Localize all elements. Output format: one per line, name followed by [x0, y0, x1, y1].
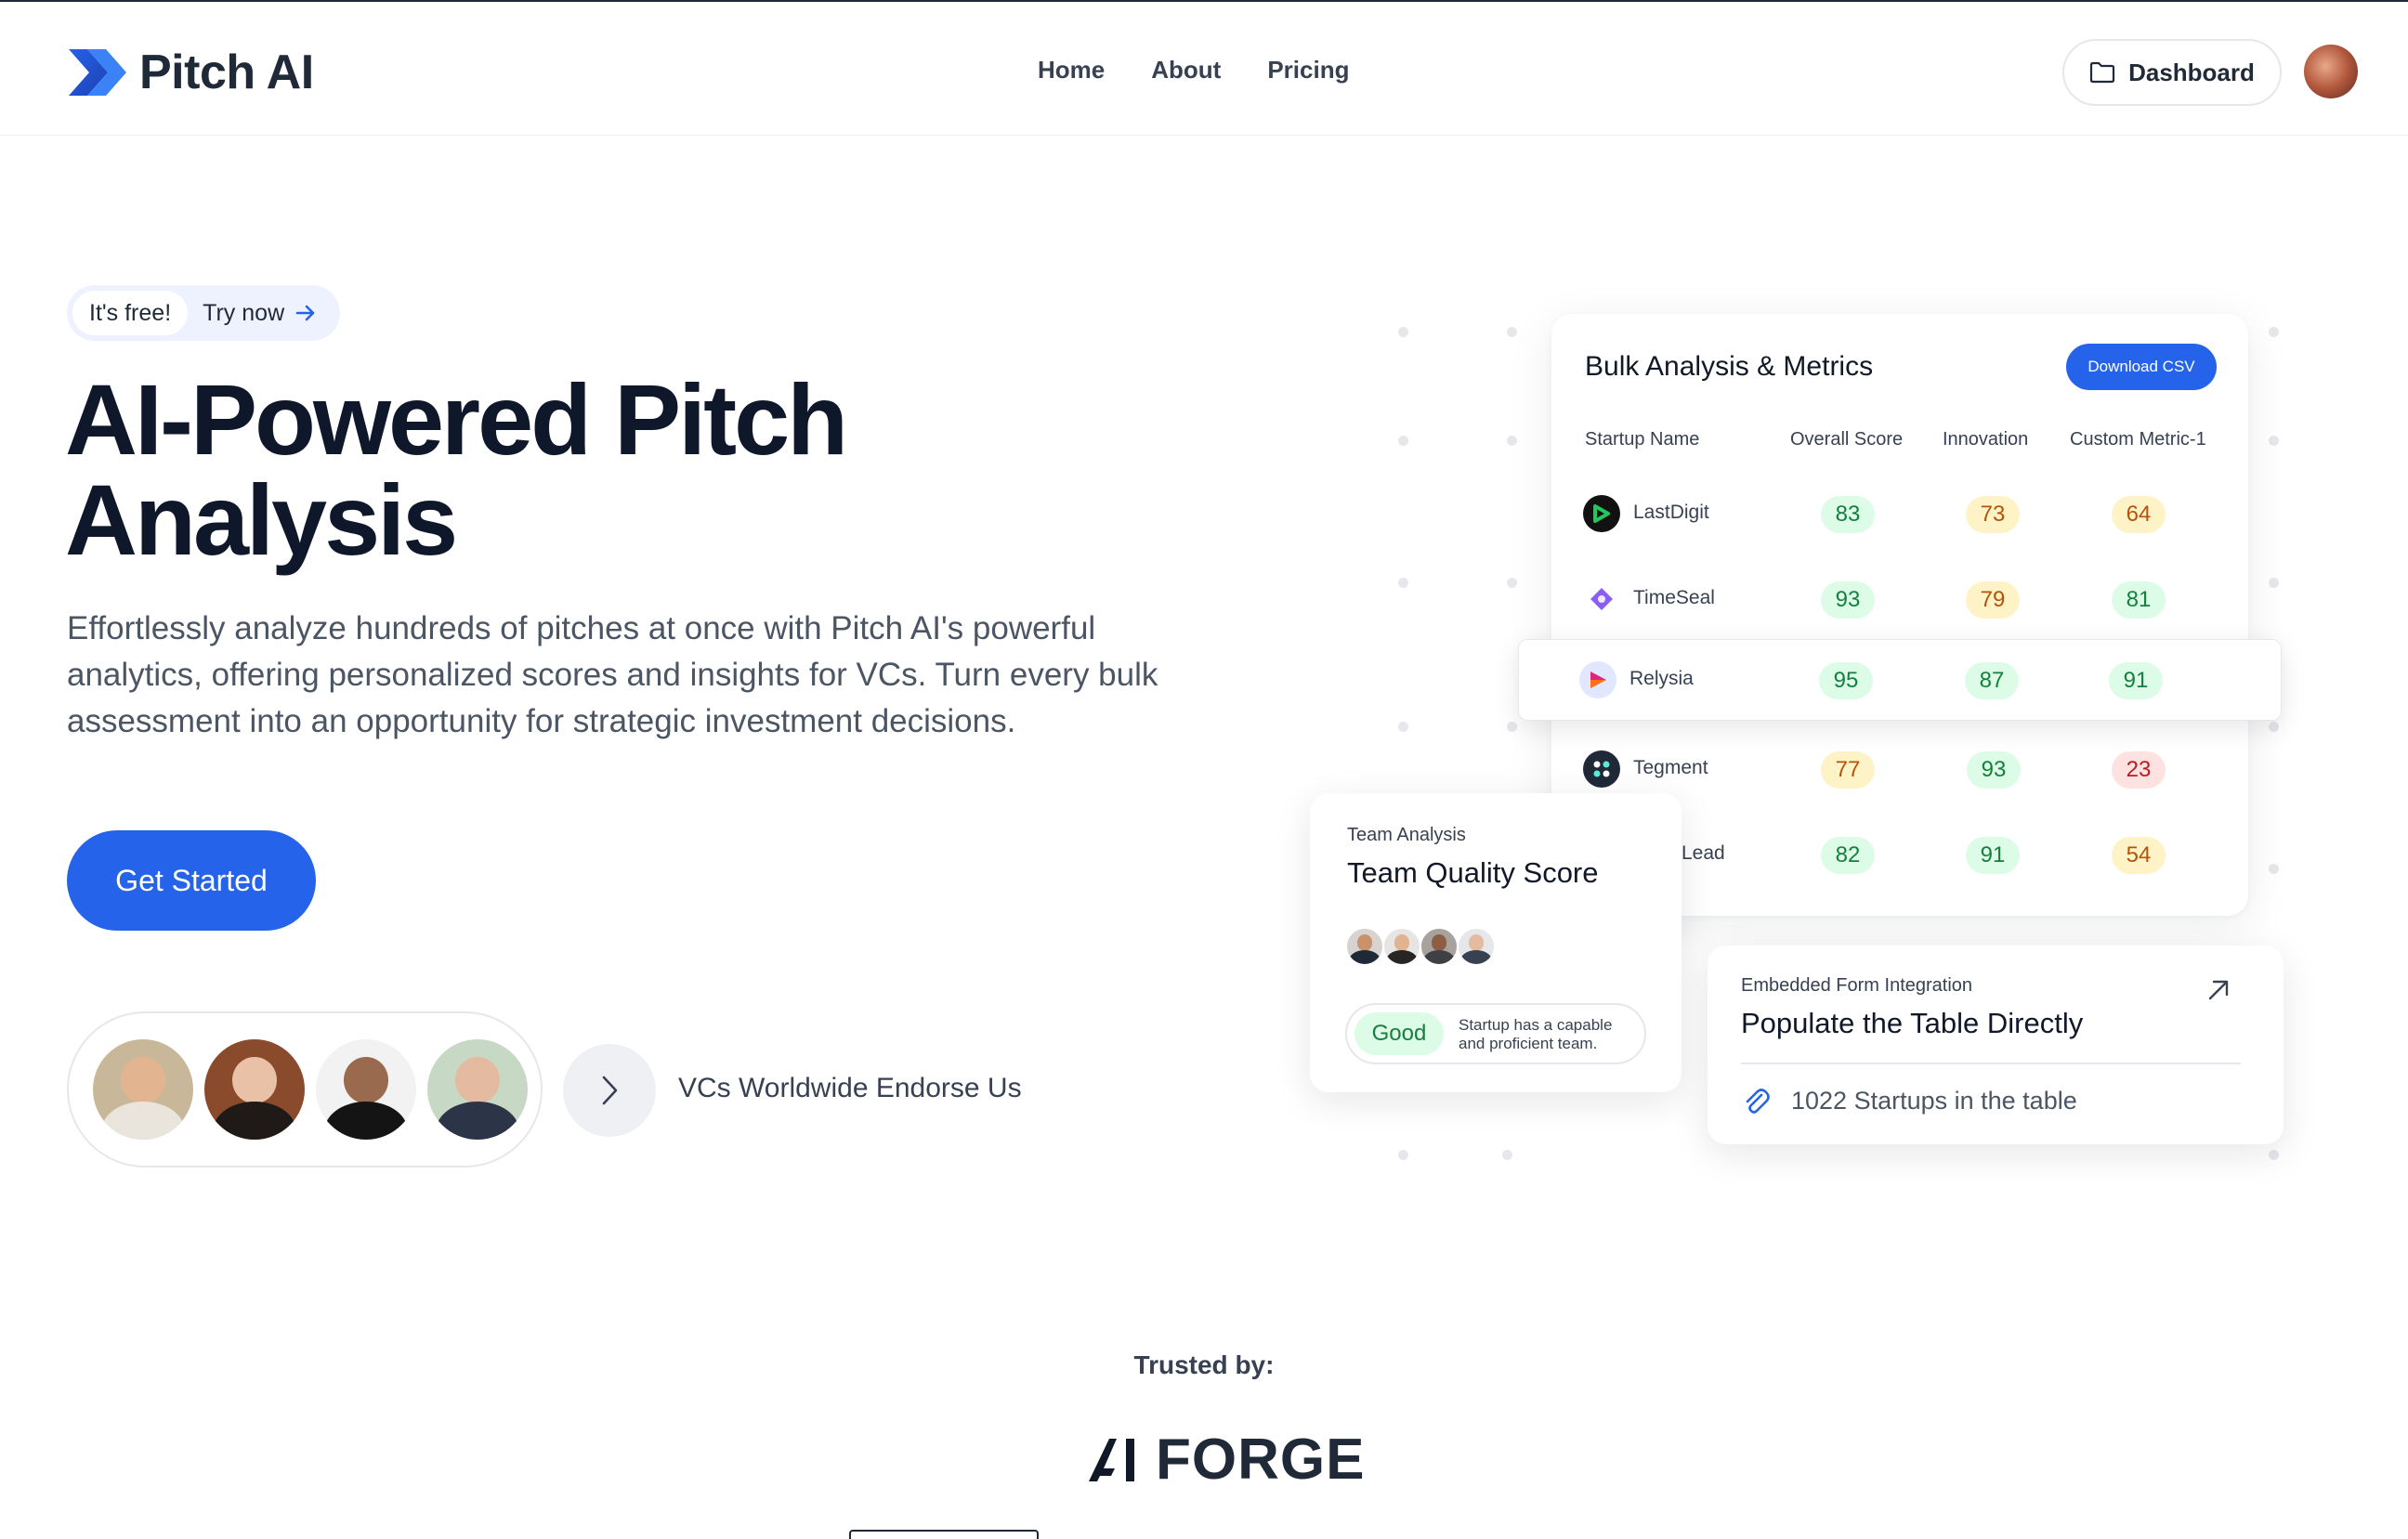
arrow-up-right-icon[interactable]	[2205, 977, 2231, 1003]
startup-count: 1022 Startups in the table	[1791, 1087, 2077, 1115]
endorser-avatar	[427, 1039, 528, 1140]
main-nav: Home About Pricing	[1038, 56, 1349, 85]
decor-dot	[1398, 578, 1408, 588]
score-badge: 81	[2112, 581, 2166, 619]
startup-name: Tegment	[1633, 757, 1708, 778]
score-badge: 82	[1821, 837, 1875, 874]
startup-name: TimeSeal	[1633, 587, 1715, 608]
hero-title: AI-Powered Pitch Analysis	[65, 370, 994, 570]
score-badge: 95	[1819, 662, 1873, 699]
paperclip-icon	[1746, 1089, 1770, 1114]
decor-dot	[2269, 327, 2279, 337]
score-badge: 77	[1821, 751, 1875, 789]
endorser-avatars	[67, 1011, 543, 1167]
nav-pricing-link[interactable]: Pricing	[1267, 56, 1349, 85]
brand-name: Pitch AI	[139, 46, 314, 99]
team-rating-note: Startup has a capable and proficient tea…	[1459, 1016, 1612, 1053]
startup-name: Relysia	[1629, 668, 1694, 689]
form-card-eyebrow: Embedded Form Integration	[1741, 975, 1973, 996]
team-rating-note-line1: Startup has a capable	[1459, 1016, 1613, 1034]
score-badge: 93	[1967, 751, 2021, 789]
col-header-innovation: Innovation	[1943, 429, 2029, 450]
promo-pill[interactable]: It's free! Try now	[67, 285, 341, 341]
team-rating-badge: Good	[1354, 1012, 1444, 1055]
divider	[1741, 1063, 2241, 1064]
endorser-avatar	[204, 1039, 305, 1140]
arrow-right-icon	[295, 305, 315, 321]
decor-dot	[1398, 722, 1408, 732]
team-member-avatar	[1382, 927, 1421, 966]
dashboard-label: Dashboard	[2128, 58, 2255, 86]
download-csv-button[interactable]: Download CSV	[2066, 344, 2217, 390]
nav-about-link[interactable]: About	[1151, 56, 1221, 85]
decor-dot	[1398, 327, 1408, 337]
endorser-avatar	[316, 1039, 416, 1140]
score-badge: 87	[1965, 662, 2019, 699]
startup-name: Lead	[1682, 842, 1725, 864]
team-card-title: Team Quality Score	[1347, 856, 1599, 889]
decor-dot	[1507, 578, 1517, 588]
timeseal-logo-icon	[1583, 580, 1620, 618]
chevrons-logo-icon	[69, 49, 126, 96]
team-member-avatar	[1420, 927, 1459, 966]
score-badge: 54	[2112, 837, 2166, 874]
score-badge: 64	[2112, 496, 2166, 533]
folder-icon	[2089, 61, 2115, 84]
col-header-startup-name: Startup Name	[1585, 429, 1700, 450]
team-card-eyebrow: Team Analysis	[1347, 825, 1466, 845]
team-member-avatar	[1345, 927, 1384, 966]
get-started-button[interactable]: Get Started	[67, 830, 316, 931]
startup-name: LastDigit	[1633, 502, 1709, 523]
score-badge: 79	[1966, 581, 2020, 619]
hero-description: Effortlessly analyze hundreds of pitches…	[67, 610, 1158, 739]
team-rating-note-line2: and proficient team.	[1459, 1035, 1598, 1052]
user-avatar[interactable]	[2304, 45, 2358, 98]
nav-home-link[interactable]: Home	[1038, 56, 1105, 85]
decor-dot	[2269, 864, 2279, 874]
ai-forge-logo: FORGE	[1087, 1427, 1365, 1493]
endorse-text: VCs Worldwide Endorse Us	[678, 1073, 1022, 1103]
ai-mark-logo-icon	[1089, 1438, 1134, 1481]
tegment-logo-icon	[1583, 750, 1620, 788]
lastdigit-logo-icon	[1583, 495, 1620, 532]
brand-logo[interactable]: Pitch AI	[67, 45, 314, 100]
ai-forge-wordmark: FORGE	[1156, 1428, 1366, 1492]
free-tag: It's free!	[72, 291, 189, 335]
chevron-right-icon	[602, 1076, 618, 1105]
trusted-by-label: Trusted by:	[1133, 1350, 1275, 1379]
decor-dot	[1507, 327, 1517, 337]
score-badge: 73	[1966, 496, 2020, 533]
endorse-next-button[interactable]	[563, 1044, 656, 1137]
try-now-label: Try now	[203, 299, 285, 326]
metrics-card-title: Bulk Analysis & Metrics	[1585, 351, 1874, 382]
score-badge: 91	[1966, 837, 2020, 874]
dashboard-button[interactable]: Dashboard	[2062, 39, 2282, 106]
score-badge: 91	[2109, 662, 2163, 699]
decor-dot	[1502, 1150, 1512, 1160]
col-header-custom-metric: Custom Metric-1	[2070, 429, 2206, 450]
decor-dot	[2269, 436, 2279, 446]
col-header-overall-score: Overall Score	[1790, 429, 1904, 450]
next-logo-partial	[849, 1530, 1039, 1539]
endorser-avatar	[93, 1039, 193, 1140]
hero-title-line1: AI-Powered Pitch	[65, 363, 848, 476]
decor-dot	[1507, 436, 1517, 446]
decor-dot	[2269, 1150, 2279, 1160]
score-badge: 23	[2112, 751, 2166, 789]
decor-dot	[1398, 436, 1408, 446]
decor-dot	[1398, 1150, 1408, 1160]
decor-dot	[1507, 722, 1517, 732]
relysia-logo-icon	[1579, 661, 1616, 698]
score-badge: 83	[1821, 496, 1875, 533]
hero-title-line2: Analysis	[65, 463, 458, 576]
decor-dot	[2269, 578, 2279, 588]
form-card-title: Populate the Table Directly	[1741, 1007, 2084, 1039]
team-member-avatar	[1457, 927, 1496, 966]
try-now-link[interactable]: Try now	[203, 300, 334, 327]
score-badge: 93	[1821, 581, 1875, 619]
decor-dot	[2269, 722, 2279, 732]
